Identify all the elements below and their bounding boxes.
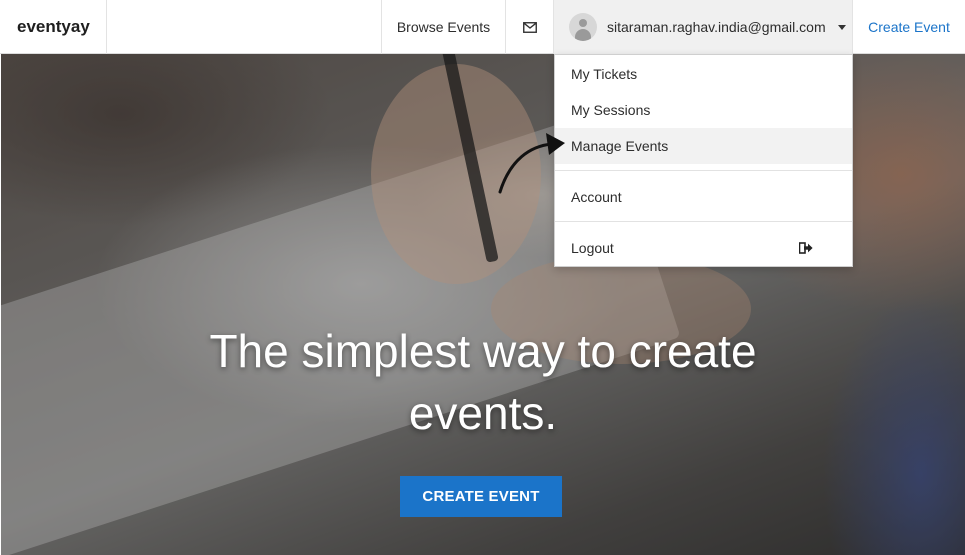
sign-out-icon [799,242,813,254]
envelope-icon [523,21,537,33]
menu-item-label: My Tickets [571,66,638,82]
menu-item-label: Account [571,189,622,205]
create-event-cta-button[interactable]: CREATE EVENT [400,476,562,517]
create-event-nav-link[interactable]: Create Event [853,0,965,54]
avatar [569,13,597,41]
user-menu-toggle[interactable]: sitaraman.raghav.india@gmail.com [553,0,853,54]
caret-down-icon [837,24,846,30]
menu-item-label: My Sessions [571,102,651,118]
menu-divider [555,221,852,222]
menu-divider [555,170,852,171]
top-navbar: eventyay Browse Events sitaraman.raghav.… [0,0,965,54]
hero-tagline: The simplest way to create events. [209,325,757,439]
menu-item-account[interactable]: Account [555,179,852,215]
user-email: sitaraman.raghav.india@gmail.com [607,19,826,35]
menu-item-logout[interactable]: Logout [555,230,852,266]
user-dropdown-menu: My Tickets My Sessions Manage Events Acc… [554,54,853,267]
messages-button[interactable] [505,0,554,54]
menu-item-manage-events[interactable]: Manage Events [555,128,852,164]
browse-events-link[interactable]: Browse Events [381,0,505,54]
menu-item-my-tickets[interactable]: My Tickets [555,56,852,92]
brand-logo[interactable]: eventyay [0,0,107,54]
menu-item-my-sessions[interactable]: My Sessions [555,92,852,128]
menu-item-label: Logout [571,240,614,256]
menu-item-label: Manage Events [571,138,669,154]
